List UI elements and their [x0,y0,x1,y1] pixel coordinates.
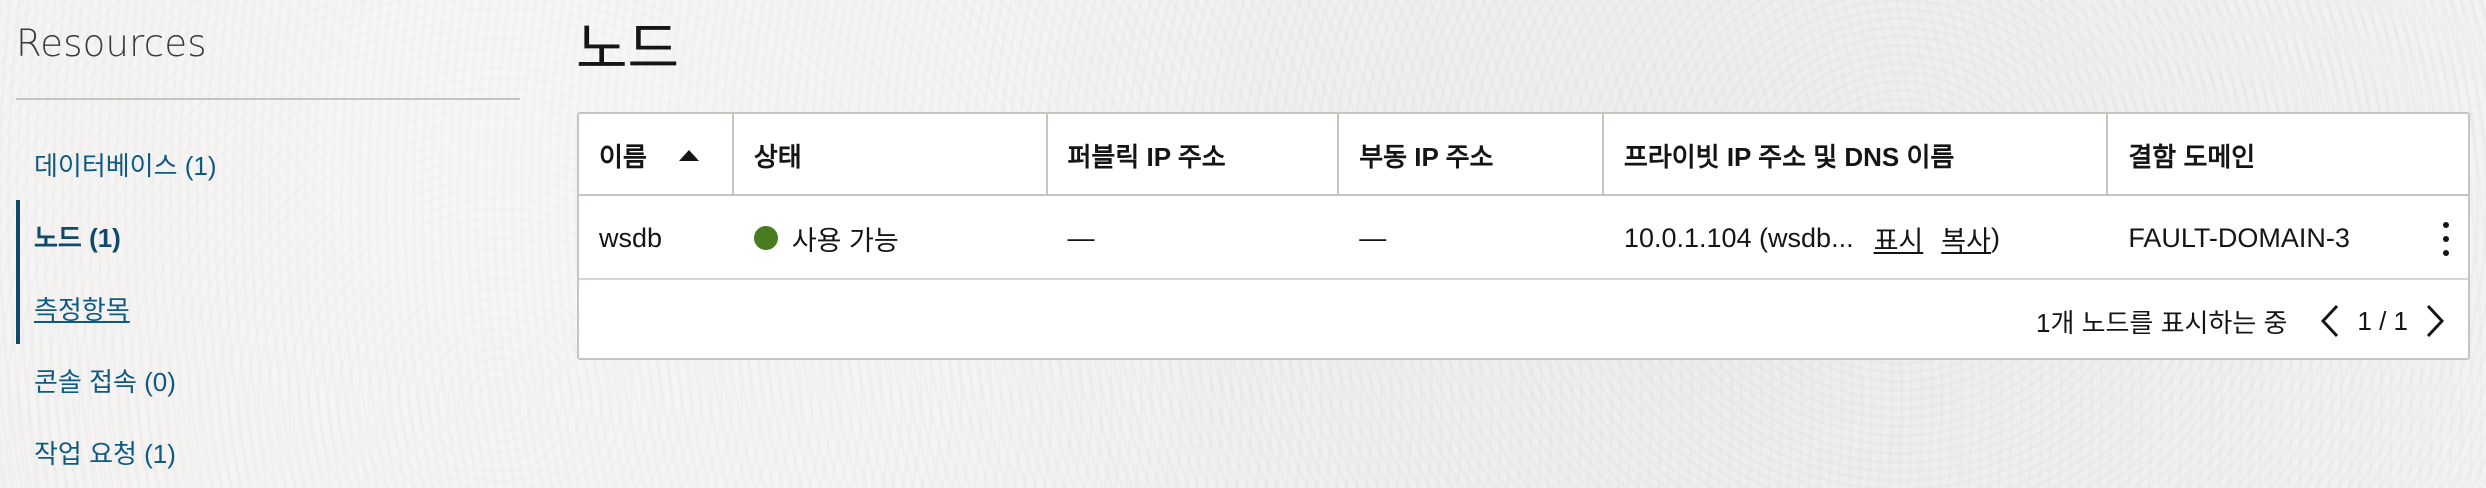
sidebar-item-label: 데이터베이스 (1) [34,150,217,181]
sidebar-divider [16,98,520,100]
column-header-status: 상태 [734,114,1048,196]
sidebar-item-label: 콘솔 접속 (0) [34,366,176,397]
sidebar-item-metrics[interactable]: 측정항목 [16,272,520,344]
cell-private-ip: 10.0.1.104 (wsdb... 표시 복사 ) [1604,196,2108,280]
column-header-private-ip-dns: 프라이빗 IP 주소 및 DNS 이름 [1604,114,2109,196]
sidebar-item-label: 노드 (1) [34,222,121,253]
column-label: 프라이빗 IP 주소 및 DNS 이름 [1623,141,1955,172]
resources-nav: 데이터베이스 (1) 노드 (1) 측정항목 콘솔 접속 (0) 작업 요청 (… [16,128,520,488]
cell-status: 사용 가능 [734,196,1048,280]
table-header: 이름 상태 퍼블릭 IP 주소 부동 IP 주소 프라이빗 IP 주소 및 DN… [579,114,2468,196]
sidebar-title: Resources [16,22,207,65]
cell-name: wsdb [599,222,663,253]
column-header-name[interactable]: 이름 [579,114,734,196]
column-header-fault-domain: 결함 도메인 [2108,114,2468,196]
status-text: 사용 가능 [791,225,899,256]
table-footer: 1개 노드를 표시하는 중 1 / 1 [579,282,2468,360]
column-label: 결함 도메인 [2128,141,2256,172]
column-header-public-ip: 퍼블릭 IP 주소 [1048,114,1340,196]
cell-floating-ip: — [1359,222,1387,253]
page-title: 노드 [576,17,680,80]
private-ip-close-paren: ) [1990,222,2000,253]
column-header-floating-ip: 부동 IP 주소 [1339,114,1604,196]
chevron-right-icon[interactable] [2420,301,2450,341]
sidebar-item-databases[interactable]: 데이터베이스 (1) [16,128,520,200]
status-available-icon [753,226,778,250]
kebab-menu-icon[interactable] [2438,222,2454,256]
sidebar-item-label: 작업 요청 (1) [34,438,176,469]
active-nav-indicator [16,200,20,344]
private-ip-text: 10.0.1.104 (wsdb... [1623,222,1854,253]
results-summary: 1개 노드를 표시하는 중 [2035,307,2288,338]
column-label: 퍼블릭 IP 주소 [1067,141,1226,172]
sort-ascending-icon[interactable] [678,149,699,161]
column-label: 상태 [753,141,802,172]
sidebar-item-work-requests[interactable]: 작업 요청 (1) [16,416,520,488]
cell-public-ip: — [1067,222,1095,253]
table-row: wsdb 사용 가능 — — 10.0.1.104 (wsdb... 표시 복사… [579,196,2468,280]
sidebar-item-label: 측정항목 [34,294,130,325]
page-indicator: 1 / 1 [2357,305,2408,336]
nodes-table: 이름 상태 퍼블릭 IP 주소 부동 IP 주소 프라이빗 IP 주소 및 DN… [577,112,2470,360]
chevron-left-icon[interactable] [2315,301,2345,341]
show-link[interactable]: 표시 [1874,219,1924,258]
cell-fault-domain: FAULT-DOMAIN-3 [2128,222,2350,253]
sidebar-item-console-connections[interactable]: 콘솔 접속 (0) [16,344,520,416]
column-label: 부동 IP 주소 [1359,141,1494,172]
column-label: 이름 [599,141,647,172]
sidebar-item-nodes[interactable]: 노드 (1) [16,200,520,272]
copy-link[interactable]: 복사 [1941,219,1991,258]
